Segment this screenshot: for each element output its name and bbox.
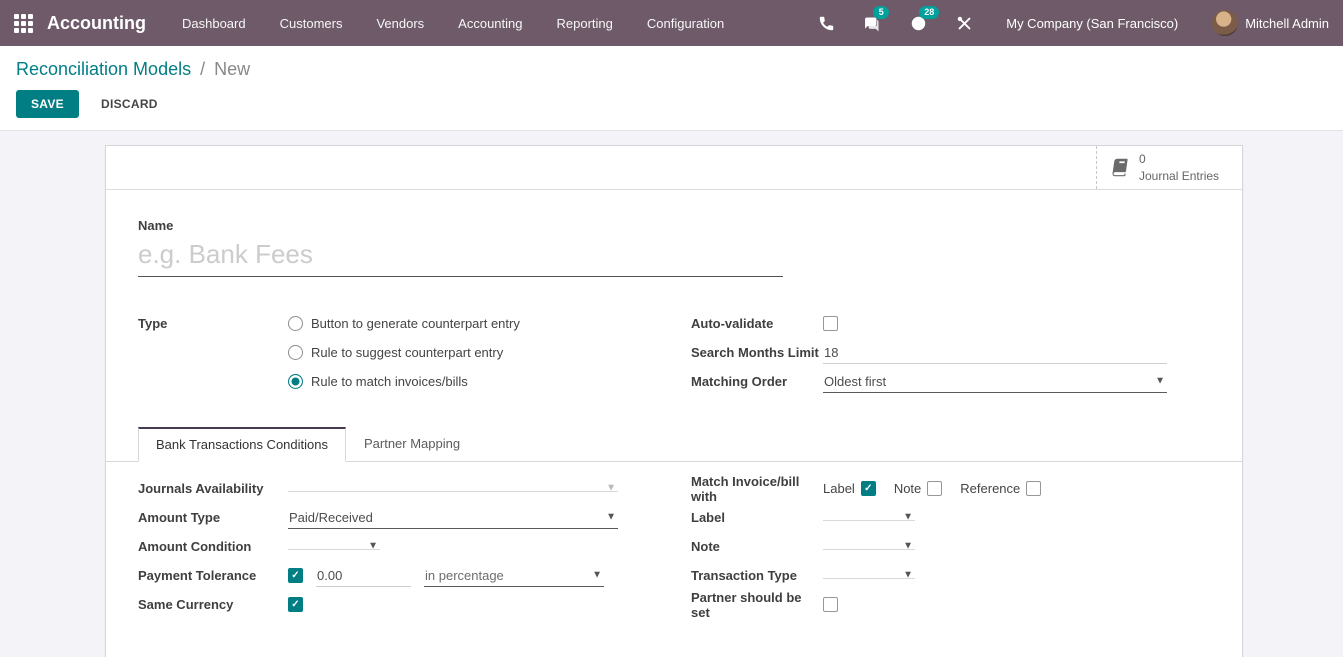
amount-condition-label: Amount Condition bbox=[138, 539, 288, 554]
chevron-down-icon: ▼ bbox=[606, 512, 616, 523]
radio-rule-to-suggest[interactable]: Rule to suggest counterpart entry bbox=[288, 338, 520, 367]
menu-dashboard[interactable]: Dashboard bbox=[182, 16, 246, 31]
developer-tools-icon[interactable] bbox=[954, 13, 974, 33]
type-radio-group: Button to generate counterpart entry Rul… bbox=[288, 309, 520, 396]
chevron-down-icon: ▼ bbox=[606, 483, 616, 494]
transaction-type-select[interactable]: ▼ bbox=[823, 572, 915, 579]
messages-icon[interactable]: 5 bbox=[862, 13, 882, 33]
journal-entries-count: 0 bbox=[1139, 151, 1219, 167]
phone-icon[interactable] bbox=[816, 13, 836, 33]
button-box: 0 Journal Entries bbox=[106, 146, 1242, 190]
activities-badge: 28 bbox=[919, 6, 939, 19]
match-invoice-options: Label Note Reference bbox=[823, 481, 1049, 496]
auto-validate-checkbox[interactable] bbox=[823, 316, 838, 331]
search-months-limit-label: Search Months Limit bbox=[691, 345, 823, 360]
company-switcher[interactable]: My Company (San Francisco) bbox=[1006, 16, 1178, 31]
systray: 5 28 My Company (San Francisco) Mitchell… bbox=[816, 10, 1329, 36]
user-name: Mitchell Admin bbox=[1245, 16, 1329, 31]
name-label: Name bbox=[138, 218, 1167, 233]
content-area: 0 Journal Entries Name Type Bu bbox=[0, 131, 1343, 657]
same-currency-checkbox[interactable] bbox=[288, 597, 303, 612]
radio-rule-to-match[interactable]: Rule to match invoices/bills bbox=[288, 367, 520, 396]
note-select[interactable]: ▼ bbox=[823, 543, 915, 550]
search-months-limit-input[interactable] bbox=[823, 342, 1167, 364]
same-currency-label: Same Currency bbox=[138, 597, 288, 612]
transaction-type-label: Transaction Type bbox=[691, 568, 823, 583]
radio-icon bbox=[288, 345, 303, 360]
menu-customers[interactable]: Customers bbox=[280, 16, 343, 31]
menu-configuration[interactable]: Configuration bbox=[647, 16, 724, 31]
breadcrumb: Reconciliation Models / New bbox=[16, 59, 1327, 80]
note-field-label: Note bbox=[691, 539, 823, 554]
control-panel-buttons: SAVE DISCARD bbox=[16, 90, 1327, 118]
form-sheet: Name Type Button to generate counterpart… bbox=[106, 190, 1242, 396]
label-field-label: Label bbox=[691, 510, 823, 525]
payment-tolerance-checkbox[interactable] bbox=[288, 568, 303, 583]
tab-bank-transactions-conditions[interactable]: Bank Transactions Conditions bbox=[138, 427, 346, 462]
main-menu: Dashboard Customers Vendors Accounting R… bbox=[182, 16, 724, 31]
menu-accounting[interactable]: Accounting bbox=[458, 16, 522, 31]
partner-should-be-set-label: Partner should be set bbox=[691, 590, 823, 620]
auto-validate-label: Auto-validate bbox=[691, 316, 823, 331]
match-label-checkbox[interactable] bbox=[861, 481, 876, 496]
apps-menu-icon[interactable] bbox=[14, 14, 33, 33]
journal-entries-label: Journal Entries bbox=[1139, 168, 1219, 184]
user-avatar bbox=[1212, 10, 1238, 36]
match-reference-checkbox[interactable] bbox=[1026, 481, 1041, 496]
tab-partner-mapping[interactable]: Partner Mapping bbox=[346, 427, 478, 462]
payment-tolerance-value-input[interactable] bbox=[316, 565, 411, 587]
chevron-down-icon: ▼ bbox=[903, 570, 913, 581]
breadcrumb-separator: / bbox=[200, 59, 205, 79]
radio-button-to-generate[interactable]: Button to generate counterpart entry bbox=[288, 309, 520, 338]
bank-transactions-conditions-panel: Journals Availability ▼ Amount Type Paid… bbox=[106, 462, 1242, 657]
discard-button[interactable]: DISCARD bbox=[87, 91, 172, 117]
breadcrumb-current: New bbox=[214, 59, 250, 79]
amount-type-select[interactable]: Paid/Received ▼ bbox=[288, 507, 618, 529]
options-group: Auto-validate Search Months Limit Matchi… bbox=[691, 309, 1167, 396]
notebook-tabs: Bank Transactions Conditions Partner Map… bbox=[106, 427, 1242, 462]
type-label: Type bbox=[138, 309, 288, 396]
match-note-checkbox[interactable] bbox=[927, 481, 942, 496]
chevron-down-icon: ▼ bbox=[903, 512, 913, 523]
app-brand[interactable]: Accounting bbox=[47, 13, 146, 34]
save-button[interactable]: SAVE bbox=[16, 90, 79, 118]
name-input[interactable] bbox=[138, 237, 783, 277]
chevron-down-icon: ▼ bbox=[368, 541, 378, 552]
activities-clock-icon[interactable]: 28 bbox=[908, 13, 928, 33]
journals-availability-select[interactable]: ▼ bbox=[288, 485, 618, 492]
journals-availability-label: Journals Availability bbox=[138, 481, 288, 496]
matching-order-select[interactable]: Oldest first ▼ bbox=[823, 371, 1167, 393]
chevron-down-icon: ▼ bbox=[903, 541, 913, 552]
top-navigation-bar: Accounting Dashboard Customers Vendors A… bbox=[0, 0, 1343, 46]
radio-icon bbox=[288, 316, 303, 331]
payment-tolerance-label: Payment Tolerance bbox=[138, 568, 288, 583]
radio-icon-selected bbox=[288, 374, 303, 389]
payment-tolerance-unit-select[interactable]: in percentage ▼ bbox=[424, 565, 604, 587]
menu-vendors[interactable]: Vendors bbox=[376, 16, 424, 31]
journal-entries-stat-button[interactable]: 0 Journal Entries bbox=[1096, 146, 1242, 189]
menu-reporting[interactable]: Reporting bbox=[557, 16, 613, 31]
partner-should-be-set-checkbox[interactable] bbox=[823, 597, 838, 612]
type-group: Type Button to generate counterpart entr… bbox=[138, 309, 618, 396]
chevron-down-icon: ▼ bbox=[1155, 376, 1165, 387]
book-icon bbox=[1108, 157, 1132, 178]
match-invoice-label: Match Invoice/bill with bbox=[691, 474, 823, 504]
amount-type-label: Amount Type bbox=[138, 510, 288, 525]
amount-condition-select[interactable]: ▼ bbox=[288, 543, 380, 550]
messages-badge: 5 bbox=[873, 6, 889, 19]
name-field-group: Name bbox=[138, 218, 1167, 277]
matching-order-label: Matching Order bbox=[691, 374, 823, 389]
breadcrumb-parent[interactable]: Reconciliation Models bbox=[16, 59, 191, 79]
reconciliation-model-form: 0 Journal Entries Name Type Bu bbox=[105, 145, 1243, 657]
user-menu[interactable]: Mitchell Admin bbox=[1212, 10, 1329, 36]
control-panel: Reconciliation Models / New SAVE DISCARD bbox=[0, 46, 1343, 131]
chevron-down-icon: ▼ bbox=[592, 570, 602, 581]
notebook: Bank Transactions Conditions Partner Map… bbox=[106, 427, 1242, 657]
label-select[interactable]: ▼ bbox=[823, 514, 915, 521]
